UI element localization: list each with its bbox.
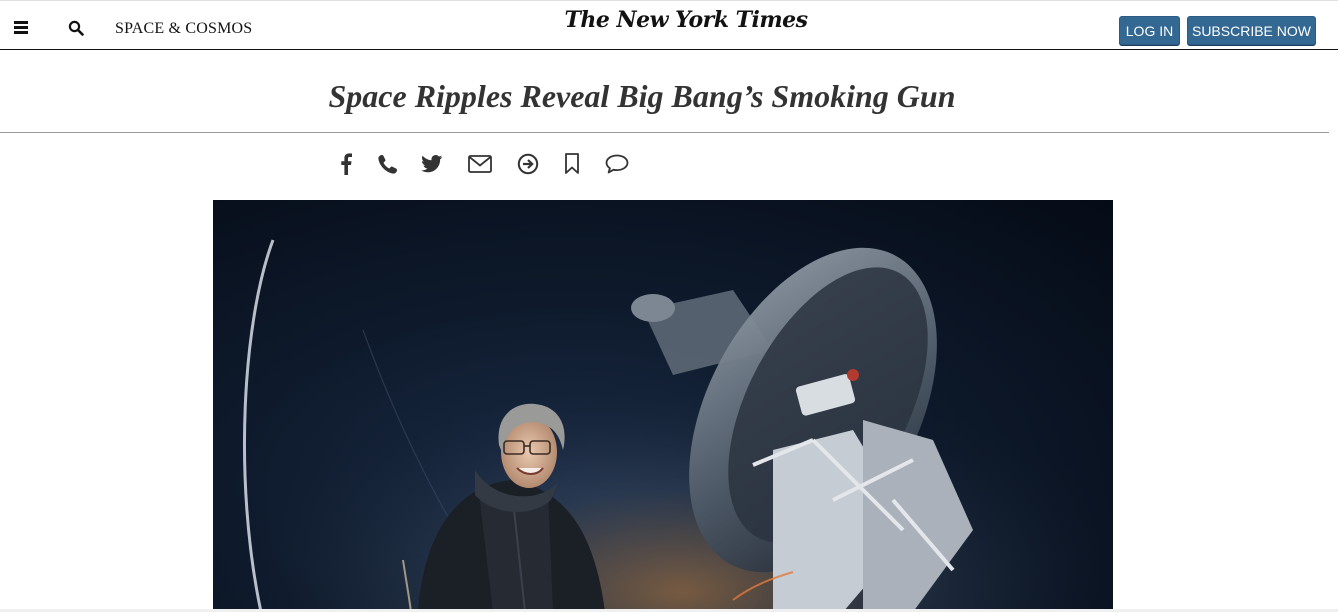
comment-icon[interactable] (601, 148, 633, 180)
bookmark-icon[interactable] (556, 148, 588, 180)
article-photo (213, 200, 1113, 612)
phone-icon[interactable] (372, 148, 404, 180)
menu-icon[interactable] (14, 18, 32, 34)
email-icon[interactable] (464, 148, 496, 180)
top-bar: SPACE & COSMOS The New York Times LOG IN… (0, 0, 1338, 50)
search-icon[interactable] (68, 20, 86, 38)
header-divider (0, 132, 1329, 133)
login-button[interactable]: LOG IN (1119, 16, 1180, 45)
telescope-scene-illustration (213, 200, 1113, 612)
article-headline: Space Ripples Reveal Big Bang’s Smoking … (328, 78, 956, 114)
section-link[interactable]: SPACE & COSMOS (115, 20, 252, 38)
facebook-icon[interactable] (330, 148, 362, 180)
subscribe-button[interactable]: SUBSCRIBE NOW (1187, 16, 1316, 45)
twitter-icon[interactable] (416, 148, 448, 180)
nyt-logo[interactable]: The New York Times (560, 7, 812, 33)
share-arrow-icon[interactable] (512, 148, 544, 180)
